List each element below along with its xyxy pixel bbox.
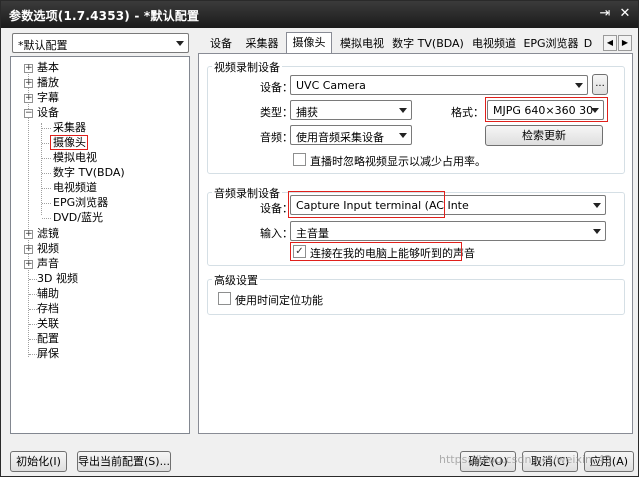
expand-plus-icon[interactable]: +	[24, 230, 33, 239]
tree-item-digital-tv[interactable]: 数字 TV(BDA)	[53, 166, 125, 180]
video-device-label: 设备：	[260, 81, 293, 94]
tree-guide-line	[42, 173, 51, 174]
ignore-video-label: 直播时忽略视频显示以减少占用率。	[310, 155, 486, 168]
chevron-down-icon	[399, 133, 407, 138]
expand-plus-icon[interactable]: +	[24, 79, 33, 88]
tree-item-epg-browser[interactable]: EPG浏览器	[53, 196, 108, 210]
tree-item-label: 滤镜	[37, 227, 59, 240]
browse-device-button[interactable]: ...	[592, 74, 608, 95]
video-audio-label: 音频：	[260, 131, 293, 144]
timecode-checkbox[interactable]	[218, 292, 231, 305]
tree-item-label: 字幕	[37, 91, 59, 104]
video-device-select[interactable]: UVC Camera	[290, 75, 588, 95]
tab-devices[interactable]: 设备	[204, 35, 238, 54]
expand-plus-icon[interactable]: +	[24, 245, 33, 254]
chevron-down-icon	[399, 108, 407, 113]
tree-guide-line	[41, 123, 42, 215]
tab-webcam[interactable]: 摄像头	[286, 32, 332, 54]
tab-strip: 设备 采集器 摄像头 模拟电视 数字 TV(BDA) 电视频道 EPG浏览器 D…	[201, 32, 633, 54]
tree-item-3d-video[interactable]: 3D 视频	[37, 272, 78, 286]
expand-plus-icon[interactable]: +	[24, 260, 33, 269]
audio-input-label: 输入：	[260, 227, 293, 240]
video-type-value: 捕获	[296, 106, 318, 119]
chevron-down-icon	[593, 229, 601, 234]
tree-guide-line	[29, 294, 37, 295]
chevron-down-icon	[593, 203, 601, 208]
advanced-group-title: 高级设置	[212, 272, 260, 288]
highlight-box	[50, 135, 88, 150]
highlight-box	[485, 97, 608, 122]
tree-item-label: 视频	[37, 242, 59, 255]
highlight-box	[288, 191, 445, 218]
tree-item-dvd-bluray[interactable]: DVD/蓝光	[53, 211, 103, 225]
chevron-left-icon[interactable]: ◀	[603, 35, 617, 51]
refresh-devices-button[interactable]: 检索更新	[485, 125, 603, 146]
tree-guide-line	[42, 188, 51, 189]
tree-item-label: 基本	[37, 61, 59, 74]
watermark-text: https://blog.csdn.net/weixin_42	[439, 453, 612, 466]
pin-icon[interactable]: ⇥	[596, 5, 614, 23]
tree-guide-line	[42, 218, 51, 219]
highlight-box	[290, 242, 462, 261]
window-title: 参数选项(1.7.4353) - *默认配置	[9, 9, 200, 23]
tree-item-associations[interactable]: 关联	[37, 317, 59, 331]
tree-item-assist[interactable]: 辅助	[37, 287, 59, 301]
tree-guide-line	[42, 128, 51, 129]
chevron-right-icon[interactable]: ▶	[618, 35, 632, 51]
tree-guide-line	[29, 339, 37, 340]
webcam-settings-panel: 视频录制设备 设备： UVC Camera ... 类型： 捕获 格式： MJP…	[198, 53, 633, 434]
init-button[interactable]: 初始化(I)	[10, 451, 67, 472]
tab-tv-channels[interactable]: 电视频道	[467, 35, 521, 54]
collapse-minus-icon[interactable]: −	[24, 109, 33, 118]
settings-tree[interactable]: + 基本 + 播放 + 字幕 − 设备 采集器 摄像头 模拟电视 数字 TV(B…	[10, 56, 190, 434]
video-audio-select[interactable]: 使用音频采集设备	[290, 125, 412, 145]
chevron-down-icon	[575, 83, 583, 88]
video-type-label: 类型：	[260, 106, 293, 119]
tree-guide-line	[29, 279, 37, 280]
tree-guide-line	[42, 203, 51, 204]
ignore-video-checkbox[interactable]	[293, 153, 306, 166]
profile-select-value: *默认配置	[18, 39, 68, 52]
tree-item-screensaver[interactable]: 屏保	[37, 347, 59, 361]
expand-plus-icon[interactable]: +	[24, 64, 33, 73]
video-type-select[interactable]: 捕获	[290, 100, 412, 120]
tab-epg-browser[interactable]: EPG浏览器	[523, 35, 579, 54]
tree-item-label: 播放	[37, 76, 59, 89]
tree-item-capture[interactable]: 采集器	[53, 121, 86, 135]
audio-input-value: 主音量	[296, 227, 329, 240]
tree-guide-line	[29, 354, 37, 355]
tree-item-label: 设备	[37, 106, 59, 119]
video-device-value: UVC Camera	[296, 79, 366, 92]
tree-item-config[interactable]: 配置	[37, 332, 59, 346]
audio-input-select[interactable]: 主音量	[290, 221, 606, 241]
video-format-label: 格式：	[451, 106, 484, 119]
tab-dvd-truncated[interactable]: D	[581, 35, 595, 54]
expand-plus-icon[interactable]: +	[24, 94, 33, 103]
video-group-title: 视频录制设备	[212, 59, 282, 75]
profile-select[interactable]: *默认配置	[12, 33, 189, 53]
options-window: 参数选项(1.7.4353) - *默认配置 ⇥ ✕ *默认配置 + 基本 + …	[0, 0, 639, 477]
tree-guide-line	[42, 158, 51, 159]
timecode-label: 使用时间定位功能	[235, 294, 323, 307]
export-config-button[interactable]: 导出当前配置(S)...	[77, 451, 171, 472]
video-audio-value: 使用音频采集设备	[296, 131, 384, 144]
tree-item-archive[interactable]: 存档	[37, 302, 59, 316]
audio-group-title: 音频录制设备	[212, 185, 282, 201]
tree-guide-line	[29, 324, 37, 325]
tree-item-analog-tv[interactable]: 模拟电视	[53, 151, 97, 165]
tree-guide-line	[29, 309, 37, 310]
tab-capture[interactable]: 采集器	[240, 35, 284, 54]
tree-item-tv-channels[interactable]: 电视频道	[53, 181, 97, 195]
tab-analog-tv[interactable]: 模拟电视	[335, 35, 389, 54]
tree-item-label: 声音	[37, 257, 59, 270]
tab-digital-tv[interactable]: 数字 TV(BDA)	[391, 35, 465, 54]
chevron-down-icon	[176, 41, 184, 46]
title-bar: 参数选项(1.7.4353) - *默认配置 ⇥ ✕	[1, 1, 638, 28]
close-icon[interactable]: ✕	[616, 5, 634, 23]
